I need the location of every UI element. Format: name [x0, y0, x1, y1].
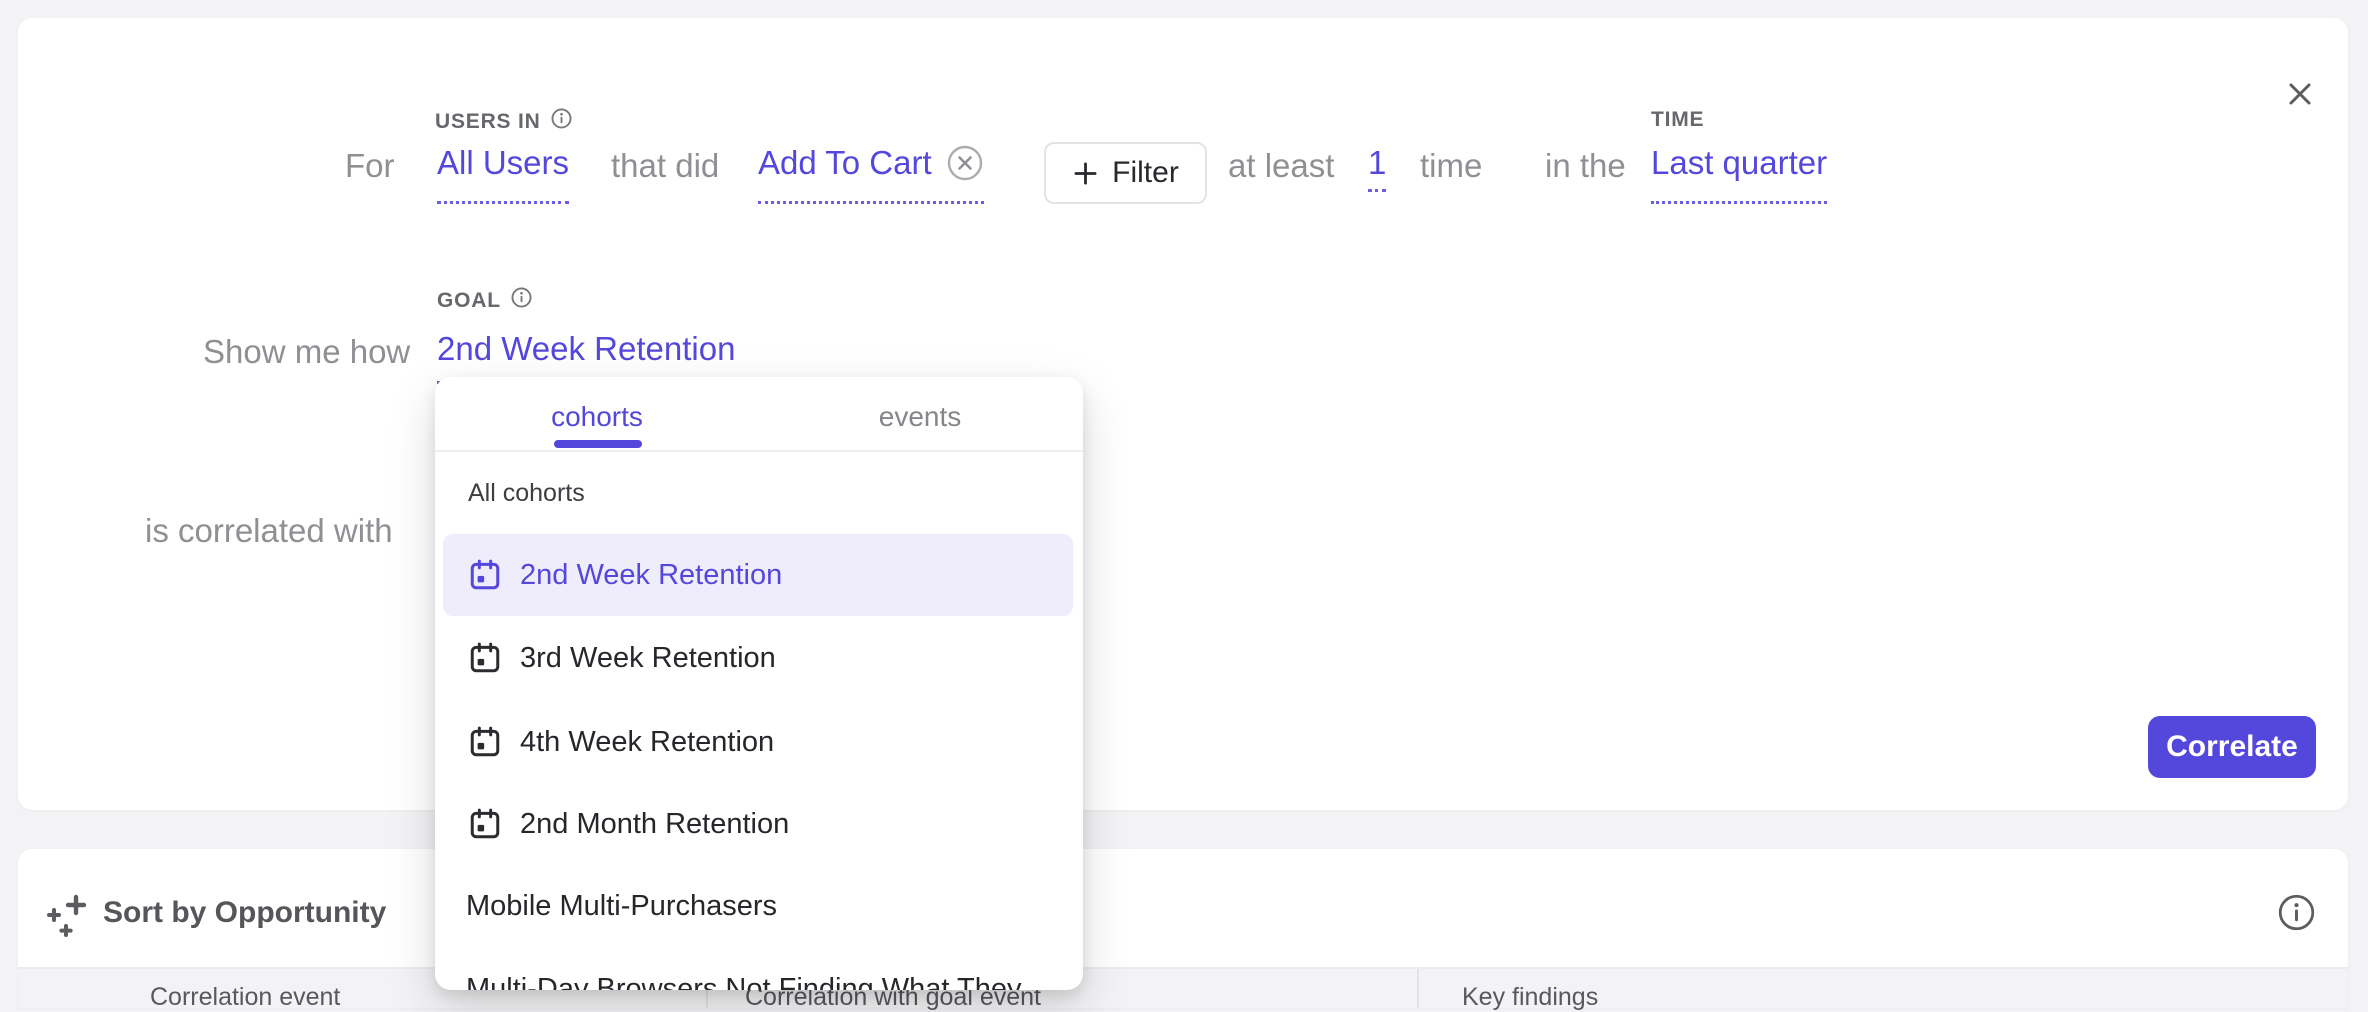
correlate-button[interactable]: Correlate: [2148, 716, 2316, 778]
that-did-word: that did: [611, 146, 719, 186]
list-item-cohort[interactable]: 4th Week Retention: [435, 701, 1083, 783]
results-table-header: Correlation event Correlation with goal …: [18, 967, 2348, 1008]
list-item-label: 4th Week Retention: [520, 726, 774, 759]
time-range-selector[interactable]: Last quarter: [1651, 143, 1827, 204]
goal-selector[interactable]: 2nd Week Retention: [437, 329, 735, 384]
list-item-label: Mobile Multi-Purchasers: [466, 890, 777, 923]
info-icon[interactable]: [511, 287, 532, 314]
remove-event-icon[interactable]: [946, 144, 984, 182]
results-info-icon[interactable]: [2270, 886, 2322, 938]
plus-icon: [1072, 160, 1099, 187]
list-item-cohort[interactable]: 2nd Week Retention: [443, 534, 1073, 616]
list-item-cohort[interactable]: Mobile Multi-Purchasers: [435, 865, 1083, 947]
for-word: For: [345, 146, 395, 186]
active-tab-underline: [554, 440, 642, 448]
show-me-how-word: Show me how: [203, 332, 410, 372]
info-icon[interactable]: [551, 108, 572, 135]
list-item-cohort[interactable]: Multi-Day Browsers Not Finding What They: [435, 948, 1083, 990]
query-card: USERS IN TIME For All Users that did Add…: [18, 18, 2348, 810]
list-item-label: 3rd Week Retention: [520, 642, 776, 675]
tab-events[interactable]: events: [879, 401, 962, 433]
time-label: TIME: [1651, 108, 1704, 132]
list-item-cohort[interactable]: 2nd Month Retention: [435, 783, 1083, 865]
sort-by-opportunity-label[interactable]: Sort by Opportunity: [103, 896, 386, 930]
add-filter-button[interactable]: Filter: [1044, 142, 1207, 204]
goal-label: GOAL: [437, 287, 532, 314]
calendar-icon: [468, 807, 502, 841]
list-item-label: 2nd Month Retention: [520, 808, 789, 841]
list-item-label: Multi-Day Browsers Not Finding What They: [466, 973, 1021, 991]
list-item-label: 2nd Week Retention: [520, 559, 782, 592]
column-divider: [1417, 969, 1419, 1008]
tab-divider: [435, 450, 1083, 452]
time-label-text: TIME: [1651, 108, 1704, 132]
is-correlated-with-word: is correlated with: [145, 511, 393, 551]
time-word: time: [1420, 146, 1482, 186]
users-in-label: USERS IN: [435, 108, 572, 135]
calendar-icon: [468, 558, 502, 592]
goal-dropdown: cohorts events All cohorts 2nd Week Rete…: [435, 377, 1083, 990]
results-card: Sort by Opportunity Correlation event Co…: [18, 849, 2348, 1008]
add-filter-button-label: Filter: [1112, 156, 1179, 190]
list-item-cohort[interactable]: 3rd Week Retention: [435, 617, 1083, 699]
users-in-label-text: USERS IN: [435, 110, 541, 134]
calendar-icon: [468, 725, 502, 759]
cohort-section-label: All cohorts: [468, 479, 585, 508]
tab-cohorts[interactable]: cohorts: [551, 401, 643, 433]
cohort-selector[interactable]: All Users: [437, 143, 569, 204]
in-the-word: in the: [1545, 146, 1626, 186]
sparkle-sort-icon: [45, 893, 93, 944]
goal-label-text: GOAL: [437, 289, 501, 313]
event-selector[interactable]: Add To Cart: [758, 143, 984, 204]
at-least-word: at least: [1228, 146, 1334, 186]
calendar-icon: [468, 641, 502, 675]
event-selector-value: Add To Cart: [758, 143, 932, 183]
correlation-builder-page: USERS IN TIME For All Users that did Add…: [0, 0, 2368, 1008]
count-selector[interactable]: 1: [1368, 143, 1386, 192]
close-icon[interactable]: [2276, 70, 2324, 118]
